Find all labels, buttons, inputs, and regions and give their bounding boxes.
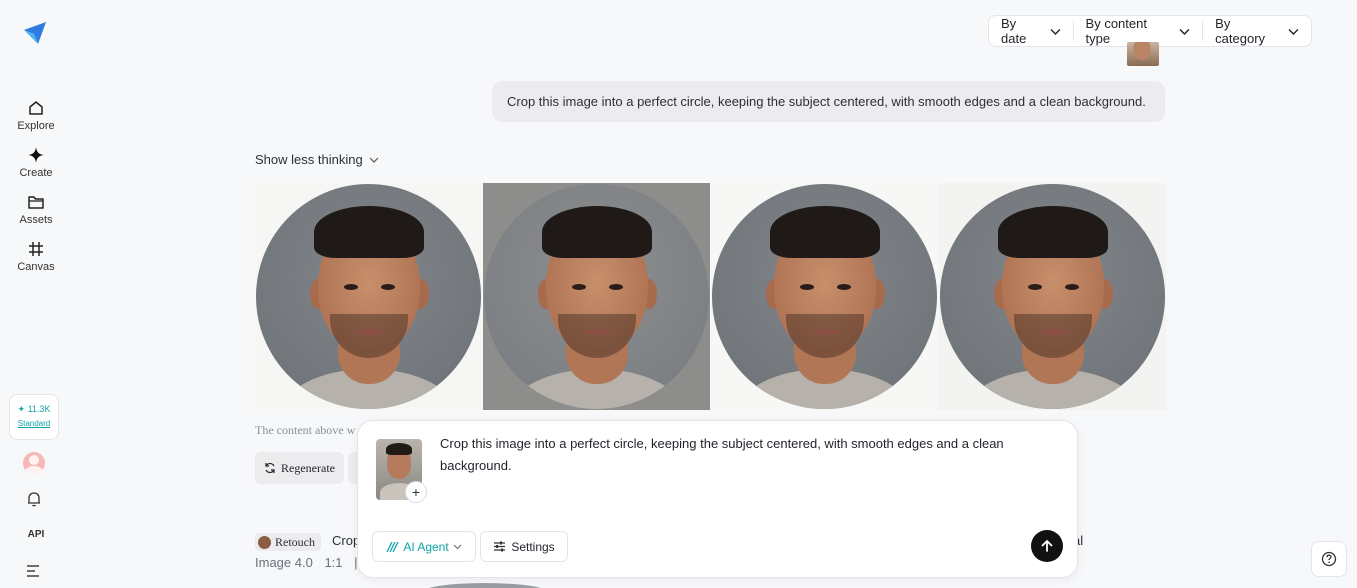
logo-icon[interactable] [22,20,48,46]
prompt-reference-thumbnail[interactable] [1127,42,1159,66]
chevron-down-icon [453,544,462,550]
add-image-button[interactable]: + [405,481,427,503]
credits-badge[interactable]: ✦ 11.3K Standard [9,394,59,440]
sidebar-item-label: Create [19,167,53,179]
agent-icon [386,541,399,553]
chevron-down-icon [1179,28,1190,35]
content-disclaimer: The content above w [255,423,356,437]
generation-meta: Image 4.0 1:1 | [255,555,358,570]
arrow-up-icon [1041,540,1053,552]
help-button[interactable] [1311,541,1347,577]
folder-icon [28,196,44,209]
result-image[interactable] [483,183,710,410]
api-link[interactable]: API [0,529,72,540]
bell-icon[interactable] [25,490,43,508]
prompt-composer: + Crop this image into a perfect circle,… [357,420,1078,578]
result-image[interactable] [255,183,482,410]
sparkle-icon [28,147,44,163]
next-prompt-preview: Crop [332,533,361,548]
chevron-down-icon [369,157,379,163]
sidebar: Explore Create Assets Canvas ✦ 11.3K Sta… [0,0,72,588]
sidebar-item-label: Explore [17,120,55,132]
menu-icon[interactable] [27,565,41,577]
retouch-tag[interactable]: Retouch [255,533,321,551]
home-icon [29,101,43,115]
prompt-input[interactable]: Crop this image into a perfect circle, k… [440,433,1040,477]
sidebar-item-explore[interactable]: Explore [0,99,72,132]
filter-by-category[interactable]: By category [1202,16,1311,46]
avatar [258,535,271,549]
regenerate-button[interactable]: Regenerate [255,452,344,484]
avatar[interactable] [23,452,45,474]
credits-count: ✦ 11.3K [17,404,51,414]
user-prompt-bubble: Crop this image into a perfect circle, k… [492,81,1165,122]
next-result-image-peek [420,583,550,588]
filter-by-content-type[interactable]: By content type [1072,16,1203,46]
send-button[interactable] [1031,530,1063,562]
result-image[interactable] [711,183,938,410]
sidebar-item-label: Assets [19,214,53,226]
generated-images [255,183,1166,410]
sidebar-item-create[interactable]: Create [0,146,72,179]
thinking-toggle[interactable]: Show less thinking [255,152,379,167]
chevron-down-icon [1050,28,1061,35]
sidebar-item-label: Canvas [17,261,55,273]
filter-by-date[interactable]: By date [989,16,1073,46]
chevron-down-icon [1288,28,1299,35]
settings-button[interactable]: Settings [480,531,568,562]
sliders-icon [494,541,506,552]
refresh-icon [265,462,275,474]
sidebar-item-canvas[interactable]: Canvas [0,240,72,273]
question-icon [1321,551,1337,567]
grid-frame-icon [29,242,43,256]
result-image[interactable] [939,183,1166,410]
sidebar-item-assets[interactable]: Assets [0,193,72,226]
plan-tier-link[interactable]: Standard [10,419,58,428]
ai-agent-dropdown[interactable]: AI Agent [372,531,476,562]
